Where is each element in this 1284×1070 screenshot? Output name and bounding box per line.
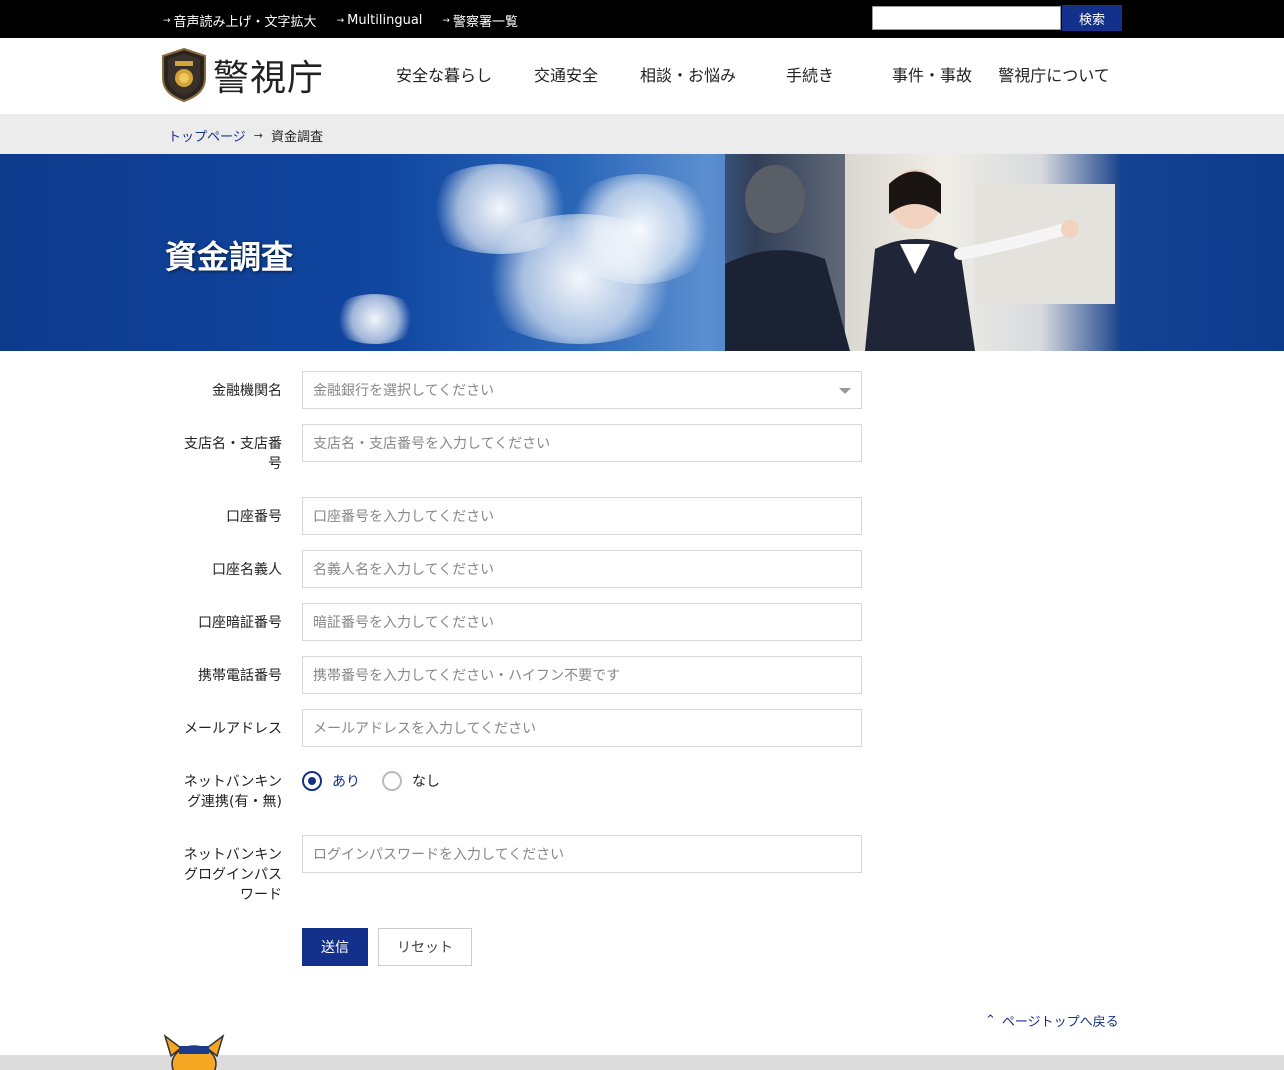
staff-illustration (725, 154, 1115, 351)
net-banking-label: ネットバンキング連携(有・無) (183, 774, 282, 810)
arrow-right-icon: → (442, 15, 450, 26)
account-number-label: 口座番号 (226, 509, 282, 525)
account-holder-label: 口座名義人 (212, 562, 282, 578)
nav-item-procedures[interactable]: 手続き (749, 62, 871, 86)
arrow-right-icon: → (336, 15, 345, 26)
page-top-link[interactable]: ⌃ ページトップへ戻る (985, 1011, 1119, 1030)
utility-bar: → 音声読み上げ・文字拡大 → Multilingual → 警察署一覧 検索 (0, 0, 1284, 38)
breadcrumb-current: 資金調査 (270, 130, 323, 145)
site-header: 警視庁 安全な暮らし 交通安全 相談・お悩み 手続き 事件・事故 警視庁について (0, 38, 1284, 114)
account-holder-input[interactable]: 名義人名を入力してください (302, 550, 862, 588)
nav-item-incidents[interactable]: 事件・事故 (871, 62, 993, 86)
account-number-input[interactable]: 口座番号を入力してください (302, 497, 862, 535)
radio-net-banking-yes[interactable]: あり (302, 771, 360, 791)
mobile-input[interactable]: 携帯番号を入力してください・ハイフン不要です (302, 656, 862, 694)
reset-button[interactable]: リセット (378, 928, 472, 966)
global-nav: 安全な暮らし 交通安全 相談・お悩み 手続き 事件・事故 警視庁について (383, 62, 1115, 86)
email-input[interactable]: メールアドレスを入力してください (302, 709, 862, 747)
cloud-image (560, 174, 720, 284)
radio-net-banking-no[interactable]: なし (382, 771, 440, 791)
nav-item-consult[interactable]: 相談・お悩み (627, 62, 749, 86)
arrow-right-icon: → (163, 15, 171, 26)
radio-unselected-icon (382, 771, 402, 791)
submit-button[interactable]: 送信 (302, 928, 368, 966)
net-password-label: ネットバンキングログインパスワード (183, 847, 282, 903)
site-search-button[interactable]: 検索 (1062, 5, 1122, 31)
mascot-pipo-icon (163, 1034, 225, 1070)
police-emblem-icon (162, 48, 206, 102)
arrow-right-icon: → (253, 129, 263, 142)
branch-input[interactable]: 支店名・支店番号を入力してください (302, 424, 862, 462)
bank-label: 金融機関名 (212, 383, 282, 399)
site-search-input[interactable] (872, 6, 1061, 30)
utility-link-voice[interactable]: → 音声読み上げ・文字拡大 (163, 11, 317, 30)
hero-banner: 資金調査 (0, 154, 1284, 351)
staff-photo (725, 154, 1120, 351)
pin-input[interactable]: 暗証番号を入力してください (302, 603, 862, 641)
nav-item-safety[interactable]: 安全な暮らし (383, 62, 505, 86)
nav-item-traffic[interactable]: 交通安全 (505, 62, 627, 86)
utility-link-stations[interactable]: → 警察署一覧 (442, 11, 518, 30)
utility-links: → 音声読み上げ・文字拡大 → Multilingual → 警察署一覧 (163, 11, 518, 30)
bank-select[interactable]: 金融銀行を選択してください (302, 371, 862, 409)
radio-selected-icon (302, 771, 322, 791)
chevron-up-icon: ⌃ (985, 1013, 996, 1028)
page-title: 資金調査 (165, 238, 294, 276)
cloud-image (330, 294, 420, 344)
logo-text: 警視庁 (213, 58, 325, 99)
branch-label: 支店名・支店番号 (184, 436, 282, 472)
chevron-down-icon (839, 388, 851, 394)
pin-label: 口座暗証番号 (198, 615, 282, 631)
mobile-label: 携帯電話番号 (198, 668, 282, 684)
nav-item-about[interactable]: 警視庁について (993, 62, 1115, 86)
net-banking-radio-group: あり なし (302, 771, 440, 791)
site-logo[interactable]: 警視庁 (161, 48, 324, 102)
email-label: メールアドレス (184, 721, 282, 737)
breadcrumb-home-link[interactable]: トップページ (168, 126, 246, 145)
utility-link-multilingual[interactable]: → Multilingual (337, 11, 423, 30)
breadcrumb: トップページ → 資金調査 (0, 114, 1284, 154)
net-password-input[interactable]: ログインパスワードを入力してください (302, 835, 862, 873)
